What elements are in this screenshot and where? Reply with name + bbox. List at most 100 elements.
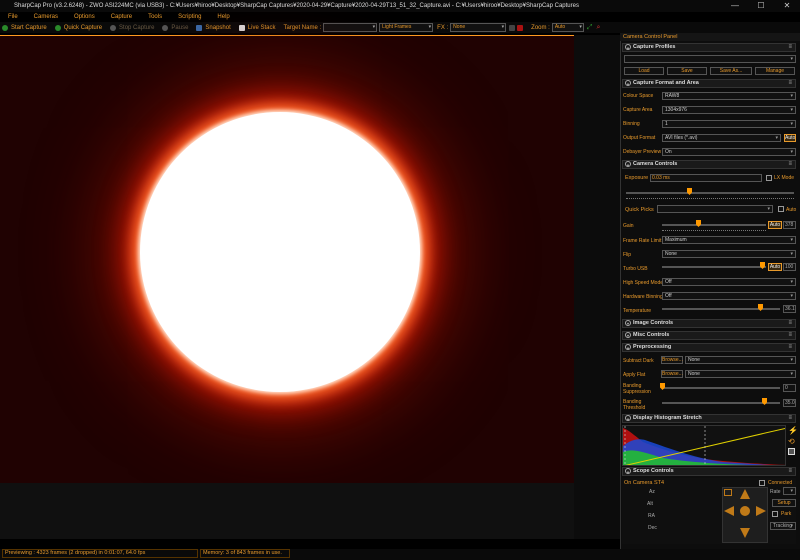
pause-button[interactable]: Pause [162,24,188,31]
fit-view-icon[interactable]: ⤢ [587,24,593,32]
exposure-label: Exposure [625,175,649,181]
stop-icon [110,24,117,31]
fx-clear-icon[interactable] [517,24,524,31]
stop-capture-button[interactable]: Stop Capture [110,24,154,31]
save-icon[interactable] [788,448,795,455]
section-misc-controls[interactable]: ▾ Misc Controls ≡ [622,331,796,340]
chevron-down-icon: ▾ [790,149,793,155]
turbo-usb-value[interactable]: 100 [783,263,796,271]
binning-select[interactable]: 1 ▾ [662,120,796,128]
banding-threshold-value[interactable]: 35.0 [783,399,796,407]
profile-manage-button[interactable]: Manage [755,67,795,75]
banding-threshold-label: Banding Threshold [623,399,646,411]
scope-rate-select[interactable]: ▾ [783,487,796,495]
section-histogram[interactable]: ▴ Display Histogram Stretch ≡ [622,414,796,423]
apply-flat-browse-button[interactable]: Browse... [661,370,683,378]
menu-icon[interactable]: ≡ [788,44,792,51]
snapshot-button[interactable]: Snapshot [196,24,231,31]
quick-picks-select[interactable]: ▾ [657,205,773,213]
reset-icon[interactable]: ⟲ [788,437,795,446]
turbo-usb-slider-track[interactable] [662,266,766,268]
scope-park-checkbox[interactable] [772,511,778,517]
capture-profile-select[interactable]: ▾ [624,55,796,63]
output-format-auto-button[interactable]: Auto [784,134,796,142]
auto-stretch-icon[interactable]: ⚡ [788,426,798,435]
hardware-binning-select[interactable]: Off ▾ [662,292,796,300]
menu-icon[interactable]: ≡ [788,344,792,351]
toolbar: Start Capture Quick Capture Stop Capture… [0,22,800,33]
debayer-preview-select[interactable]: On ▾ [662,148,796,156]
scope-tracking-select[interactable]: Tracking ▾ [770,522,796,530]
chevron-down-icon: ▾ [501,24,505,30]
minimize-button[interactable]: — [722,0,748,12]
chevron-down-icon: ▾ [579,24,582,30]
menu-cameras[interactable]: Cameras [26,14,66,20]
colour-space-select[interactable]: RAW8 ▾ [662,92,796,100]
exposure-slider-track[interactable] [626,192,794,194]
menu-file[interactable]: File [0,14,26,20]
exposure-input[interactable]: 0.03 ms [650,174,762,182]
menu-icon[interactable]: ≡ [788,161,792,168]
quick-capture-button[interactable]: Quick Capture [54,24,102,31]
menu-tools[interactable]: Tools [140,14,170,20]
banding-suppression-label: Banding Suppression [623,383,651,395]
maximize-button[interactable]: ☐ [748,0,774,12]
profile-load-button[interactable]: Load [624,67,664,75]
chevron-down-icon: ▾ [790,523,793,529]
frame-rate-select[interactable]: Maximum ▾ [662,236,796,244]
menu-icon[interactable]: ≡ [788,320,792,327]
flip-select[interactable]: None ▾ [662,250,796,258]
zoom-select[interactable]: Auto ▾ [551,23,584,32]
profile-save-as-button[interactable]: Save As... [710,67,752,75]
scope-setup-button[interactable]: Setup [772,499,796,507]
banding-suppression-track[interactable] [662,387,780,389]
high-speed-mode-select[interactable]: Off ▾ [662,278,796,286]
menu-icon[interactable]: ≡ [788,80,792,87]
turbo-usb-label: Turbo USB [623,266,648,272]
close-button[interactable]: ✕ [774,0,800,12]
section-capture-profiles[interactable]: ▴ Capture Profiles ≡ [622,43,796,52]
connected-checkbox[interactable] [759,480,765,486]
exposure-auto-checkbox[interactable] [778,206,784,212]
frame-type-select[interactable]: Light Frames ▾ [379,23,434,32]
turbo-usb-auto-button[interactable]: Auto [768,263,782,271]
gain-slider-track[interactable] [662,224,766,226]
apply-flat-select[interactable]: None ▾ [685,370,796,378]
live-stack-button[interactable]: Live Stack [238,24,275,31]
start-capture-button[interactable]: Start Capture [2,24,47,31]
stack-icon [238,24,245,31]
temperature-value: 36.1 [783,305,796,313]
profile-save-button[interactable]: Save [667,67,707,75]
menu-scripting[interactable]: Scripting [170,14,209,20]
gain-auto-button[interactable]: Auto [768,221,782,229]
menu-capture[interactable]: Capture [103,14,140,20]
section-capture-format[interactable]: ▴ Capture Format and Area ≡ [622,79,796,88]
menu-icon[interactable]: ≡ [788,468,792,475]
target-name-input[interactable]: ▾ [323,23,378,32]
histogram-chart[interactable] [622,425,786,466]
menu-help[interactable]: Help [209,14,237,20]
banding-suppression-value[interactable]: 0 [783,384,796,392]
menu-icon[interactable]: ≡ [788,415,792,422]
subtract-dark-browse-button[interactable]: Browse... [661,356,683,364]
subtract-dark-select[interactable]: None ▾ [685,356,796,364]
zoom-search-icon[interactable]: ⌕ [596,24,600,32]
gain-value[interactable]: 378 [783,221,796,229]
capture-area-select[interactable]: 1304x976 ▾ [662,106,796,114]
preview-gap [574,35,620,539]
scope-controls-area [622,478,796,544]
section-image-controls[interactable]: ▾ Image Controls ≡ [622,319,796,328]
fx-settings-icon[interactable] [509,24,516,31]
scope-stop-button[interactable] [740,506,750,516]
preview-top-border [0,35,574,36]
scope-view-icon[interactable] [724,489,732,496]
output-format-select[interactable]: AVI files (*.avi) ▾ [662,134,781,142]
section-preprocessing[interactable]: ▴ Preprocessing ≡ [622,343,796,352]
fx-select[interactable]: None ▾ [450,23,507,32]
section-camera-controls[interactable]: ▴ Camera Controls ≡ [622,160,796,169]
menu-options[interactable]: Options [66,14,103,20]
menu-icon[interactable]: ≡ [788,332,792,339]
temperature-label: Temperature [623,308,652,314]
section-scope-controls[interactable]: ▴ Scope Controls ≡ [622,467,796,476]
lx-mode-checkbox[interactable] [766,175,772,181]
